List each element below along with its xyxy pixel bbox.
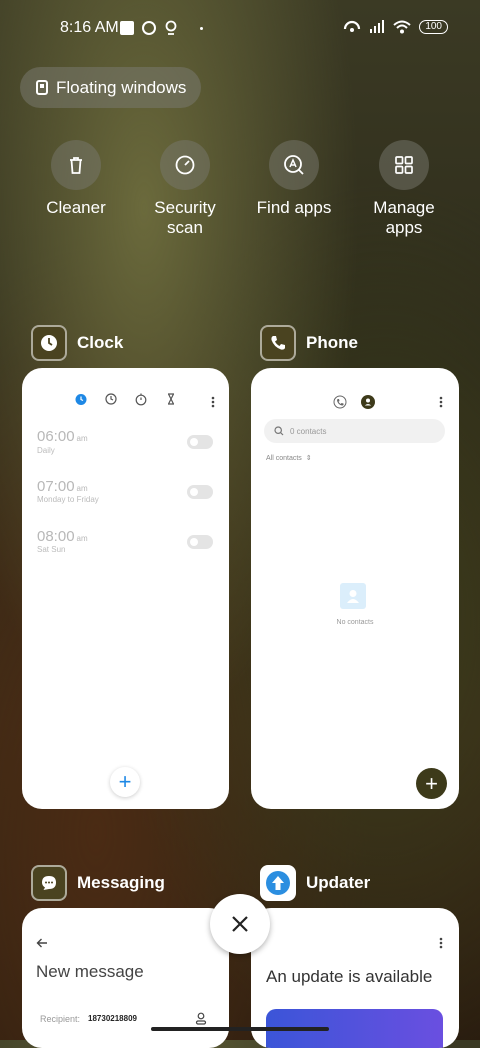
add-contact-button[interactable]: + [416, 768, 447, 799]
contact-picker-icon[interactable] [195, 1012, 207, 1025]
notification-square-icon [120, 21, 134, 35]
contacts-filter-dropdown[interactable]: All contacts ⇕ [266, 454, 312, 463]
alarm-repeat: Daily [37, 446, 55, 455]
contact-placeholder-icon [347, 590, 359, 603]
status-time: 8:16 AM [60, 19, 119, 36]
floating-window-icon [36, 80, 48, 95]
updater-app-header[interactable]: Updater [260, 865, 370, 901]
phone-app-card[interactable]: 0 contacts All contacts ⇕ No contacts + [251, 368, 459, 809]
status-bar: 8:16 AM 100 [0, 14, 480, 44]
empty-contacts-label: No contacts [336, 619, 374, 626]
clock-app-name: Clock [77, 333, 124, 352]
clock-more-icon[interactable] [211, 396, 215, 408]
updater-more-icon[interactable] [439, 937, 443, 949]
home-indicator[interactable] [151, 1027, 329, 1031]
back-arrow-icon[interactable] [36, 938, 48, 948]
clock-app-header[interactable]: Clock [31, 325, 123, 361]
call-log-tab-icon[interactable] [333, 395, 347, 409]
stopwatch-tab-icon[interactable] [134, 392, 148, 406]
alarm-toggle[interactable] [187, 435, 213, 449]
notification-icons [120, 20, 203, 36]
chevron-updown-icon: ⇕ [305, 455, 312, 462]
close-all-button[interactable] [210, 894, 270, 954]
cleaner-label: Cleaner [46, 198, 106, 217]
notification-app-icon [142, 21, 156, 35]
contacts-filter-label: All contacts [266, 454, 302, 462]
phone-app-icon [260, 325, 296, 361]
timer-tab-icon[interactable] [164, 392, 178, 406]
recipient-field[interactable]: Recipient: 18730218809 [40, 1014, 137, 1024]
add-alarm-button[interactable]: + [110, 767, 140, 797]
alarm-repeat: Monday to Friday [37, 495, 99, 504]
trash-icon [51, 140, 101, 190]
find-apps-icon [269, 140, 319, 190]
quick-actions: Cleaner Security scan Find apps Manage a… [0, 140, 480, 250]
search-placeholder: 0 contacts [290, 426, 327, 436]
signal-icon [370, 20, 385, 33]
messaging-app-name: Messaging [77, 873, 165, 892]
security-scan-label: Security scan [154, 198, 216, 237]
recipient-label: Recipient: [40, 1014, 81, 1024]
alarm-time: 06:00 am [37, 428, 88, 445]
alarm-time: 08:00 am [37, 528, 88, 545]
phone-app-header[interactable]: Phone [260, 325, 358, 361]
empty-contacts-illustration [340, 583, 366, 609]
location-pin-icon [165, 20, 177, 35]
floating-windows-label: Floating windows [56, 77, 187, 97]
close-icon [232, 916, 248, 932]
recipient-value: 18730218809 [88, 1014, 137, 1023]
grid-icon [379, 140, 429, 190]
alarm-toggle[interactable] [187, 535, 213, 549]
scan-icon [160, 140, 210, 190]
security-scan-button[interactable]: Security scan [130, 140, 240, 238]
phone-app-name: Phone [306, 333, 358, 352]
cleaner-button[interactable]: Cleaner [21, 140, 131, 218]
alarm-time: 07:00 am [37, 478, 88, 495]
more-notifications-dot-icon [200, 26, 203, 30]
clock-app-icon [31, 325, 67, 361]
update-available-title: An update is available [266, 967, 433, 986]
search-icon [274, 426, 284, 436]
phone-more-icon[interactable] [439, 396, 443, 408]
floating-windows-button[interactable]: Floating windows [20, 67, 201, 108]
contacts-search-input[interactable]: 0 contacts [264, 419, 445, 443]
clock-tab-bar [74, 392, 178, 406]
find-apps-button[interactable]: Find apps [239, 140, 349, 218]
battery-indicator: 100 [419, 20, 448, 34]
plus-icon: + [425, 770, 438, 796]
manage-apps-button[interactable]: Manage apps [349, 140, 459, 238]
plus-icon: + [118, 769, 132, 794]
new-message-title: New message [36, 962, 144, 981]
clock-app-card[interactable]: 06:00 am Daily 07:00 am Monday to Friday 0… [22, 368, 229, 809]
messaging-app-icon [31, 865, 67, 901]
contacts-tab-icon[interactable] [361, 395, 375, 409]
messaging-app-header[interactable]: Messaging [31, 865, 165, 901]
manage-apps-label: Manage apps [373, 198, 435, 237]
find-apps-label: Find apps [256, 198, 332, 217]
system-icons: 100 [343, 20, 448, 34]
updater-app-icon [260, 865, 296, 901]
alarm-tab-icon[interactable] [74, 392, 88, 406]
alarm-toggle[interactable] [187, 485, 213, 499]
world-clock-tab-icon[interactable] [104, 392, 118, 406]
hotspot-icon [344, 20, 361, 32]
updater-app-name: Updater [306, 873, 371, 892]
alarm-repeat: Sat Sun [37, 545, 66, 554]
wifi-icon [393, 20, 411, 34]
